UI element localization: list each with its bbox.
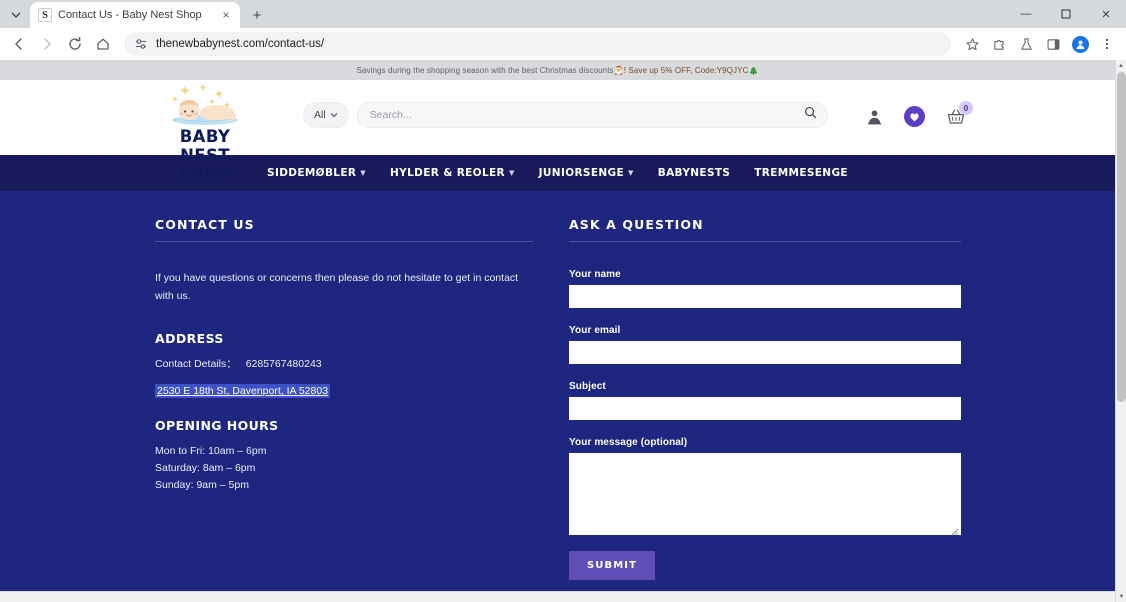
cart-count-badge: 0 bbox=[959, 101, 973, 115]
window-controls: — ✕ bbox=[1006, 0, 1126, 28]
tree-emoji-icon: 🎄 bbox=[748, 65, 759, 75]
opening-hours-heading: OPENING HOURS bbox=[155, 418, 279, 434]
search-placeholder: Search... bbox=[369, 109, 412, 121]
side-panel-icon[interactable] bbox=[1040, 31, 1066, 57]
submit-button[interactable]: SUBMIT bbox=[569, 551, 656, 580]
nav-item-tremmesenge[interactable]: TREMMESENGE bbox=[742, 167, 860, 179]
your-message-label: Your message (optional) bbox=[569, 437, 688, 448]
search-icon[interactable] bbox=[804, 106, 817, 124]
subject-label: Subject bbox=[569, 381, 606, 392]
tab-title: Contact Us - Baby Nest Shop bbox=[58, 9, 202, 21]
nav-item-siddemobler[interactable]: SIDDEMØBLER ▼ bbox=[255, 167, 378, 179]
contact-form-column: ASK A QUESTION Your name Your email Subj… bbox=[569, 217, 961, 580]
cart-basket-icon[interactable]: 0 bbox=[947, 101, 973, 125]
your-email-input[interactable] bbox=[569, 341, 961, 364]
new-tab-button[interactable]: + bbox=[244, 2, 270, 28]
vertical-scrollbar-thumb[interactable] bbox=[1117, 72, 1126, 402]
content-columns: CONTACT US If you have questions or conc… bbox=[0, 217, 1115, 580]
address-bar[interactable]: thenewbabynest.com/contact-us/ bbox=[124, 32, 951, 56]
address-link[interactable]: 2530 E 18th St, Davenport, IA 52803 bbox=[155, 384, 331, 399]
forward-arrow-icon bbox=[34, 31, 60, 57]
hours-line: Mon to Fri: 10am – 6pm bbox=[155, 445, 267, 458]
hours-line: Sunday: 9am – 5pm bbox=[155, 479, 249, 492]
website-content: Savings during the shopping season with … bbox=[0, 60, 1115, 602]
tab-strip: S Contact Us - Baby Nest Shop × + — ✕ bbox=[0, 0, 1126, 28]
reload-icon[interactable] bbox=[62, 31, 88, 57]
nav-item-label: BABYNESTS bbox=[657, 167, 731, 179]
promo-text-before: Savings during the shopping season with … bbox=[356, 65, 614, 75]
tab-search-chevron-down-icon[interactable] bbox=[4, 2, 28, 28]
contact-info-column: CONTACT US If you have questions or conc… bbox=[155, 217, 533, 580]
chevron-down-icon: ▼ bbox=[508, 169, 515, 177]
search-input[interactable]: Search... bbox=[356, 102, 828, 128]
scroll-up-arrow-icon[interactable]: ▲ bbox=[1116, 60, 1126, 71]
category-select-value: All bbox=[314, 109, 326, 121]
your-message-textarea[interactable] bbox=[569, 453, 961, 536]
site-settings-tune-icon[interactable] bbox=[134, 37, 148, 51]
your-email-label: Your email bbox=[569, 325, 621, 336]
your-name-label: Your name bbox=[569, 269, 621, 280]
wishlist-heart-icon[interactable] bbox=[904, 106, 925, 127]
page-content: CONTACT US If you have questions or conc… bbox=[0, 191, 1115, 601]
account-user-icon[interactable] bbox=[867, 109, 882, 125]
hours-line: Saturday: 8am – 6pm bbox=[155, 462, 256, 475]
subject-input[interactable] bbox=[569, 397, 961, 420]
browser-window: S Contact Us - Baby Nest Shop × + — ✕ th… bbox=[0, 0, 1126, 602]
chevron-down-icon: ▼ bbox=[627, 169, 634, 177]
scroll-down-arrow-icon[interactable]: ▼ bbox=[1116, 591, 1126, 602]
category-select[interactable]: All bbox=[303, 102, 349, 128]
chevron-down-icon: ▼ bbox=[360, 169, 367, 177]
header-icon-group: 0 bbox=[867, 101, 973, 127]
textarea-resize-handle-icon[interactable] bbox=[949, 523, 959, 536]
contact-intro-text: If you have questions or concerns then p… bbox=[155, 272, 519, 303]
promo-banner: Savings during the shopping season with … bbox=[0, 60, 1115, 80]
your-name-input[interactable] bbox=[569, 285, 961, 308]
horizontal-scrollbar[interactable] bbox=[0, 591, 1115, 602]
promo-text-after: ! Save up 5% OFF, Code:Y9QJYC bbox=[623, 65, 749, 75]
toolbar-actions bbox=[959, 31, 1120, 57]
vertical-scrollbar[interactable]: ▲ ▼ bbox=[1115, 60, 1126, 602]
search-area: All Search... bbox=[303, 102, 828, 128]
nav-item-babynests[interactable]: BABYNESTS bbox=[646, 167, 743, 179]
address-heading: ADDRESS bbox=[155, 331, 224, 347]
chevron-down-icon bbox=[330, 109, 338, 121]
ask-a-question-heading: ASK A QUESTION bbox=[569, 217, 704, 232]
site-header: BABY NEST SHOP All Search... 0 bbox=[0, 80, 1115, 184]
bookmark-star-icon[interactable] bbox=[959, 31, 985, 57]
nav-item-hylder-reoler[interactable]: HYLDER & REOLER ▼ bbox=[378, 167, 527, 179]
site-logo[interactable]: BABY NEST SHOP bbox=[155, 82, 255, 184]
nav-item-label: TREMMESENGE bbox=[754, 167, 848, 179]
nav-item-label: SIDDEMØBLER bbox=[267, 167, 357, 179]
window-minimize-button[interactable]: — bbox=[1006, 0, 1046, 28]
back-arrow-icon[interactable] bbox=[6, 31, 32, 57]
window-maximize-button[interactable] bbox=[1046, 0, 1086, 28]
contact-details-value: 6285767480243 bbox=[245, 358, 322, 371]
page-viewport: Savings during the shopping season with … bbox=[0, 60, 1126, 602]
tab-favicon-icon: S bbox=[38, 8, 52, 22]
tab-close-icon[interactable]: × bbox=[218, 7, 234, 23]
nav-item-label: HYLDER & REOLER bbox=[390, 167, 505, 179]
logo-text: BABY NEST SHOP bbox=[178, 127, 232, 184]
santa-emoji-icon: 🎅 bbox=[613, 65, 624, 75]
extensions-puzzle-icon[interactable] bbox=[986, 31, 1012, 57]
browser-tab[interactable]: S Contact Us - Baby Nest Shop × bbox=[30, 2, 240, 28]
nav-item-label: JUNIORSENGE bbox=[538, 167, 624, 179]
heading-divider bbox=[569, 241, 961, 242]
nav-item-juniorsenge[interactable]: JUNIORSENGE ▼ bbox=[527, 167, 646, 179]
window-close-button[interactable]: ✕ bbox=[1086, 0, 1126, 28]
three-dot-menu-icon[interactable] bbox=[1094, 31, 1120, 57]
address-bar-url: thenewbabynest.com/contact-us/ bbox=[156, 38, 325, 50]
contact-details-line: Contact Details： 6285767480243 bbox=[155, 356, 533, 371]
contact-details-label: Contact Details： bbox=[155, 358, 237, 371]
sleeping-baby-logo-icon bbox=[155, 82, 255, 128]
home-icon[interactable] bbox=[90, 31, 116, 57]
heading-divider bbox=[155, 241, 533, 242]
browser-toolbar: thenewbabynest.com/contact-us/ bbox=[0, 28, 1126, 60]
profile-avatar-icon[interactable] bbox=[1067, 31, 1093, 57]
lab-flask-icon[interactable] bbox=[1013, 31, 1039, 57]
contact-us-heading: CONTACT US bbox=[155, 217, 255, 232]
